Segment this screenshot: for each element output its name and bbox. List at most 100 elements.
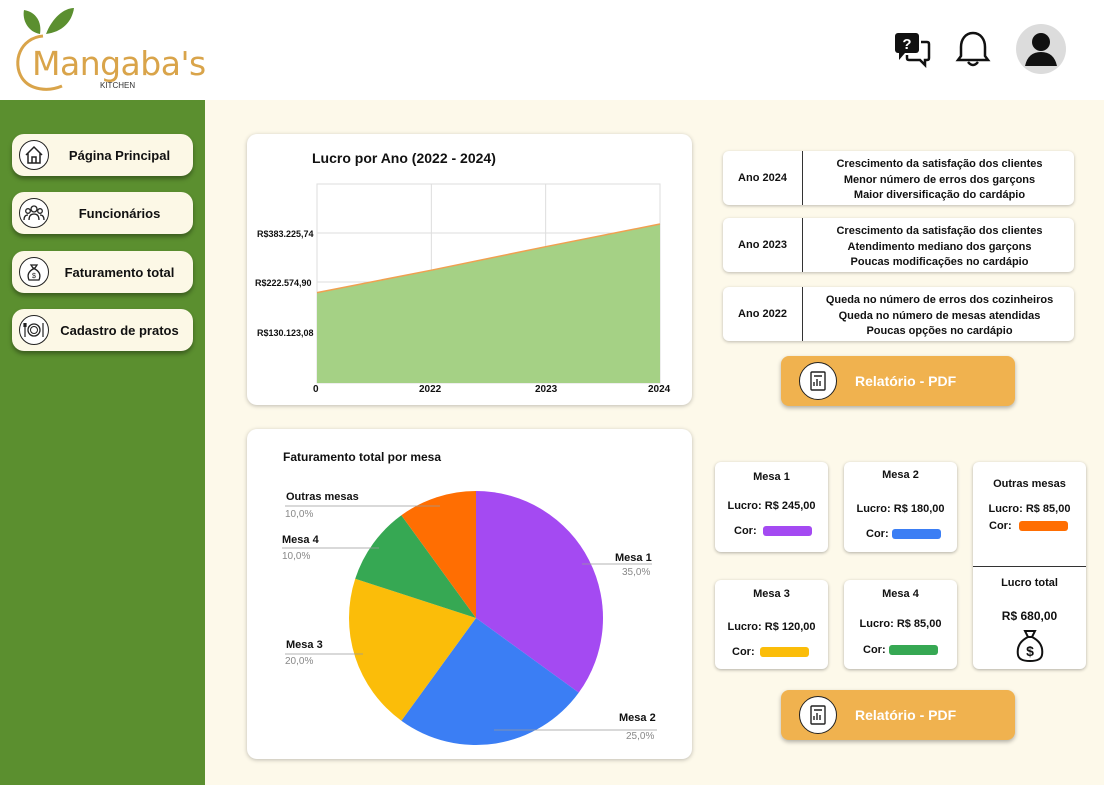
slice-percent: 20,0% (285, 656, 313, 667)
sidebar-item-cadastro-de-pratos[interactable]: Cadastro de pratos (12, 309, 193, 351)
slice-percent: 25,0% (626, 731, 654, 742)
sidebar-item-label: Faturamento total (64, 264, 175, 280)
year-label: Ano 2023 (723, 218, 803, 272)
year-card-2024: Ano 2024 Crescimento da satisfação dos c… (723, 151, 1074, 205)
chart-title: Faturamento total por mesa (283, 450, 441, 464)
plate-icon (19, 315, 49, 345)
mesa-name: Outras mesas (993, 478, 1066, 490)
brand-name: Mangaba's (32, 44, 206, 83)
user-avatar-icon[interactable] (1016, 24, 1066, 79)
sidebar-item-label: Página Principal (68, 147, 171, 163)
year-note: Poucas modificações no cardápio (850, 256, 1029, 268)
mesa-cor-label: Cor: (863, 644, 886, 656)
chart-area-series (316, 223, 661, 383)
slice-percent: 10,0% (285, 509, 313, 520)
mesa-lucro: Lucro: R$ 180,00 (856, 503, 945, 515)
mesa-lucro: Lucro: R$ 120,00 (727, 621, 816, 633)
people-icon (19, 198, 49, 228)
mesa-cor-label: Cor: (732, 646, 755, 658)
mesa-name: Mesa 4 (882, 588, 919, 600)
mesa-card-outras: Outras mesas Lucro: R$ 85,00 Cor: Lucro … (973, 462, 1086, 669)
year-notes: Crescimento da satisfação dos clientes M… (805, 157, 1074, 204)
svg-text:?: ? (902, 36, 911, 53)
year-notes: Queda no número de erros dos cozinheiros… (805, 293, 1074, 340)
year-note: Crescimento da satisfação dos clientes (836, 225, 1043, 237)
mesa-color-swatch (889, 645, 938, 655)
divider (973, 566, 1086, 567)
y-tick-label: R$130.123,08 (257, 328, 314, 338)
slice-percent: 35,0% (622, 567, 650, 578)
year-note: Atendimento mediano dos garçons (847, 240, 1032, 253)
year-card-2022: Ano 2022 Queda no número de erros dos co… (723, 287, 1074, 341)
mesa-cor-label: Cor: (866, 528, 889, 540)
year-note: Maior diversificação do cardápio (853, 189, 1026, 201)
total-value: R$ 680,00 (1001, 609, 1058, 623)
mesa-color-swatch (1019, 521, 1068, 531)
pie-chart-card: Faturamento total por mesa Mesa 1 35,0% … (247, 429, 692, 759)
svg-text:$: $ (32, 273, 36, 280)
pie-chart: Faturamento total por mesa Mesa 1 35,0% … (282, 450, 657, 746)
mesa-color-swatch (763, 526, 812, 536)
report-pdf-button-2[interactable]: Relatório - PDF (781, 690, 1015, 740)
mesa-lucro: Lucro: R$ 245,00 (727, 500, 816, 512)
year-card-2023: Ano 2023 Crescimento da satisfação dos c… (723, 218, 1074, 272)
year-label: Ano 2022 (723, 287, 803, 341)
money-bag-icon: $ (19, 257, 49, 287)
slice-label: Mesa 2 (619, 712, 656, 724)
mesa-color-swatch (760, 647, 809, 657)
report-pdf-label: Relatório - PDF (855, 373, 957, 389)
sidebar-item-funcionarios[interactable]: Funcionários (12, 192, 193, 234)
year-note: Queda no número de mesas atendidas (838, 309, 1041, 322)
year-notes: Crescimento da satisfação dos clientes A… (805, 224, 1074, 271)
mesa-card-3: Mesa 3 Lucro: R$ 120,00 Cor: (715, 580, 828, 669)
slice-percent: 10,0% (282, 551, 310, 562)
brand-logo[interactable]: Mangaba's KITCHEN (10, 4, 206, 94)
sidebar-item-label: Funcionários (78, 205, 161, 221)
mesa-card-1: Mesa 1 Lucro: R$ 245,00 Cor: (715, 462, 828, 552)
slice-label: Outras mesas (286, 491, 359, 503)
x-tick-label: 2023 (535, 384, 558, 395)
profit-area-chart: Lucro por Ano (2022 - 2024) R$383.225,74… (255, 150, 671, 395)
mesa-color-swatch (892, 529, 941, 539)
profit-chart-card: Lucro por Ano (2022 - 2024) R$383.225,74… (247, 134, 692, 405)
chart-title: Lucro por Ano (2022 - 2024) (312, 150, 496, 166)
bell-icon[interactable] (955, 30, 991, 73)
mesa-name: Mesa 1 (753, 471, 790, 483)
svg-text:$: $ (1026, 643, 1034, 659)
x-tick-label: 2024 (648, 384, 671, 395)
home-icon (19, 140, 49, 170)
sidebar: Página Principal Funcionários $ Faturame… (0, 100, 205, 785)
area-fill (317, 224, 660, 383)
mesa-name: Mesa 2 (882, 469, 919, 481)
money-bag-icon: $ (1014, 629, 1046, 666)
mesa-card-4: Mesa 4 Lucro: R$ 85,00 Cor: (844, 580, 957, 669)
year-note: Crescimento da satisfação dos clientes (836, 158, 1043, 170)
total-label: Lucro total (1001, 577, 1058, 589)
brand-sub: KITCHEN (100, 81, 136, 90)
slice-label: Mesa 1 (615, 552, 652, 564)
header: Mangaba's KITCHEN ? (0, 0, 1104, 100)
slice-label: Mesa 4 (282, 534, 320, 546)
pie-slices (349, 491, 604, 746)
report-document-icon (799, 362, 837, 400)
year-note: Poucas opções no cardápio (866, 325, 1013, 337)
x-tick-label: 2022 (419, 384, 442, 395)
slice-label: Mesa 3 (286, 639, 323, 651)
mesa-name: Mesa 3 (753, 588, 790, 600)
y-tick-label: R$222.574,90 (255, 278, 312, 288)
report-pdf-label: Relatório - PDF (855, 707, 957, 723)
mesa-lucro: Lucro: R$ 85,00 (859, 618, 942, 630)
year-note: Menor número de erros dos garçons (843, 173, 1036, 186)
sidebar-item-faturamento-total[interactable]: $ Faturamento total (12, 251, 193, 293)
mesa-card-2: Mesa 2 Lucro: R$ 180,00 Cor: (844, 462, 957, 552)
year-note: Queda no número de erros dos cozinheiros (825, 294, 1054, 306)
report-pdf-button[interactable]: Relatório - PDF (781, 356, 1015, 406)
x-tick-label: 0 (313, 384, 319, 395)
report-document-icon (799, 696, 837, 734)
mesa-cor-label: Cor: (734, 525, 757, 537)
sidebar-item-label: Cadastro de pratos (60, 322, 179, 338)
sidebar-item-pagina-principal[interactable]: Página Principal (12, 134, 193, 176)
y-tick-label: R$383.225,74 (257, 229, 314, 239)
mesa-cor-label: Cor: (989, 520, 1012, 532)
help-chat-icon[interactable]: ? (893, 30, 931, 73)
